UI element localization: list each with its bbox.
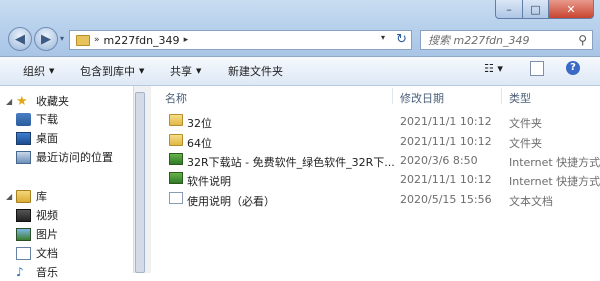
change-view-button[interactable]: ☷ ▾ — [484, 62, 503, 75]
search-box[interactable]: ⚲ — [420, 30, 593, 50]
file-row[interactable]: 64位 2021/11/1 10:12 文件夹 — [165, 132, 600, 151]
file-name: 32位 — [187, 117, 212, 130]
minimize-button[interactable]: – — [495, 0, 523, 19]
nav-item-label: 最近访问的位置 — [36, 151, 113, 164]
nav-item-desktop[interactable]: 桌面 — [16, 129, 58, 147]
pictures-library-icon — [16, 227, 31, 241]
nav-item-downloads[interactable]: 下载 — [16, 110, 58, 128]
maximize-button[interactable]: □ — [522, 0, 549, 19]
breadcrumb-separator[interactable]: » — [94, 35, 100, 45]
navigation-scrollbar-thumb[interactable] — [135, 92, 145, 273]
search-icon[interactable]: ⚲ — [578, 33, 587, 47]
navigation-pane: ◢ ★ 收藏夹 下载 桌面 最近访问的位置 ◢ 库 视频 图片 文档 ♪ 音乐 — [0, 86, 148, 279]
file-modified: 2021/11/1 10:12 — [400, 115, 492, 128]
new-folder-button[interactable]: 新建文件夹 — [228, 63, 283, 79]
column-header-row: 名称 修改日期 类型 — [151, 86, 600, 106]
share-label: 共享 — [170, 65, 192, 78]
caret-icon: ▼ — [196, 67, 202, 75]
documents-library-icon — [16, 246, 31, 260]
recent-pages-dropdown[interactable]: ▾ — [60, 34, 64, 43]
back-arrow-icon: ◀ — [15, 31, 25, 47]
preview-pane-button[interactable] — [530, 61, 544, 76]
forward-arrow-icon: ▶ — [41, 31, 51, 47]
nav-item-label: 图片 — [36, 228, 58, 241]
internet-shortcut-icon — [169, 153, 183, 165]
nav-item-label: 音乐 — [36, 266, 58, 279]
search-input[interactable] — [426, 32, 575, 48]
nav-item-label: 视频 — [36, 209, 58, 222]
nav-item-videos[interactable]: 视频 — [16, 206, 58, 224]
nav-libraries[interactable]: ◢ 库 — [0, 187, 47, 205]
download-folder-icon — [16, 112, 31, 126]
file-type: Internet 快捷方式 — [509, 156, 600, 169]
address-bar[interactable]: » m227fdn_349 ▸ ▾ ↻ — [69, 30, 412, 50]
breadcrumb-arrow[interactable]: ▸ — [184, 35, 189, 45]
file-modified: 2020/3/6 8:50 — [400, 154, 478, 167]
caret-icon: ▼ — [49, 67, 55, 75]
expand-icon[interactable]: ◢ — [6, 97, 16, 106]
share-menu[interactable]: 共享 ▼ — [170, 63, 201, 79]
column-divider[interactable] — [392, 88, 393, 104]
back-button[interactable]: ◀ — [8, 27, 32, 51]
refresh-icon[interactable]: ↻ — [396, 32, 407, 47]
desktop-icon — [16, 131, 31, 145]
nav-favorites-label: 收藏夹 — [36, 95, 69, 108]
address-history-dropdown[interactable]: ▾ — [381, 33, 385, 42]
nav-favorites[interactable]: ◢ ★ 收藏夹 — [0, 92, 69, 110]
title-bar: – □ ✕ ◀ ▶ ▾ » m227fdn_349 ▸ ▾ ↻ ⚲ — [0, 0, 600, 57]
file-row[interactable]: 32R下载站 - 免费软件_绿色软件_32R下... 2020/3/6 8:50… — [165, 151, 600, 170]
file-type: Internet 快捷方式 — [509, 175, 600, 188]
file-modified: 2021/11/1 10:12 — [400, 173, 492, 186]
text-document-icon — [169, 192, 183, 204]
nav-item-recent-places[interactable]: 最近访问的位置 — [16, 148, 113, 166]
include-in-library-menu[interactable]: 包含到库中 ▼ — [80, 63, 144, 79]
nav-item-documents[interactable]: 文档 — [16, 244, 58, 262]
file-row[interactable]: 32位 2021/11/1 10:12 文件夹 — [165, 112, 600, 131]
music-library-icon: ♪ — [16, 264, 24, 279]
caret-icon: ▼ — [139, 67, 145, 75]
column-header-name[interactable]: 名称 — [165, 90, 187, 106]
recent-places-icon — [16, 150, 31, 164]
nav-libraries-label: 库 — [36, 190, 47, 203]
nav-item-label: 桌面 — [36, 132, 58, 145]
forward-button[interactable]: ▶ — [34, 27, 58, 51]
include-library-label: 包含到库中 — [80, 65, 135, 78]
file-name: 使用说明（必看） — [187, 195, 275, 208]
file-type: 文本文档 — [509, 195, 553, 208]
file-type: 文件夹 — [509, 137, 542, 150]
videos-library-icon — [16, 208, 31, 222]
file-row[interactable]: 使用说明（必看） 2020/5/15 15:56 文本文档 — [165, 190, 600, 209]
folder-icon — [169, 134, 183, 146]
organize-menu[interactable]: 组织 ▼ — [23, 63, 54, 79]
file-modified: 2020/5/15 15:56 — [400, 193, 492, 206]
libraries-icon — [16, 189, 31, 203]
help-icon[interactable]: ? — [566, 61, 580, 75]
breadcrumb-current-folder[interactable]: m227fdn_349 — [104, 34, 180, 47]
expand-icon[interactable]: ◢ — [6, 192, 16, 201]
nav-item-music[interactable]: ♪ 音乐 — [16, 263, 58, 281]
column-header-type[interactable]: 类型 — [509, 90, 531, 106]
folder-icon — [76, 34, 90, 46]
internet-shortcut-icon — [169, 172, 183, 184]
file-name: 软件说明 — [187, 175, 231, 188]
file-list-pane: 名称 修改日期 类型 32位 2021/11/1 10:12 文件夹 64位 2… — [151, 86, 600, 273]
favorites-star-icon: ★ — [16, 93, 28, 109]
file-type: 文件夹 — [509, 117, 542, 130]
file-name: 64位 — [187, 137, 212, 150]
nav-item-label: 下载 — [36, 113, 58, 126]
file-row[interactable]: 软件说明 2021/11/1 10:12 Internet 快捷方式 — [165, 170, 600, 189]
command-bar: 组织 ▼ 包含到库中 ▼ 共享 ▼ 新建文件夹 ☷ ▾ ? — [0, 57, 600, 86]
nav-item-pictures[interactable]: 图片 — [16, 225, 58, 243]
file-name: 32R下载站 - 免费软件_绿色软件_32R下... — [187, 156, 395, 169]
organize-label: 组织 — [23, 65, 45, 78]
nav-item-label: 文档 — [36, 247, 58, 260]
column-header-modified[interactable]: 修改日期 — [400, 90, 444, 106]
file-modified: 2021/11/1 10:12 — [400, 135, 492, 148]
close-button[interactable]: ✕ — [548, 0, 594, 19]
column-divider[interactable] — [501, 88, 502, 104]
folder-icon — [169, 114, 183, 126]
